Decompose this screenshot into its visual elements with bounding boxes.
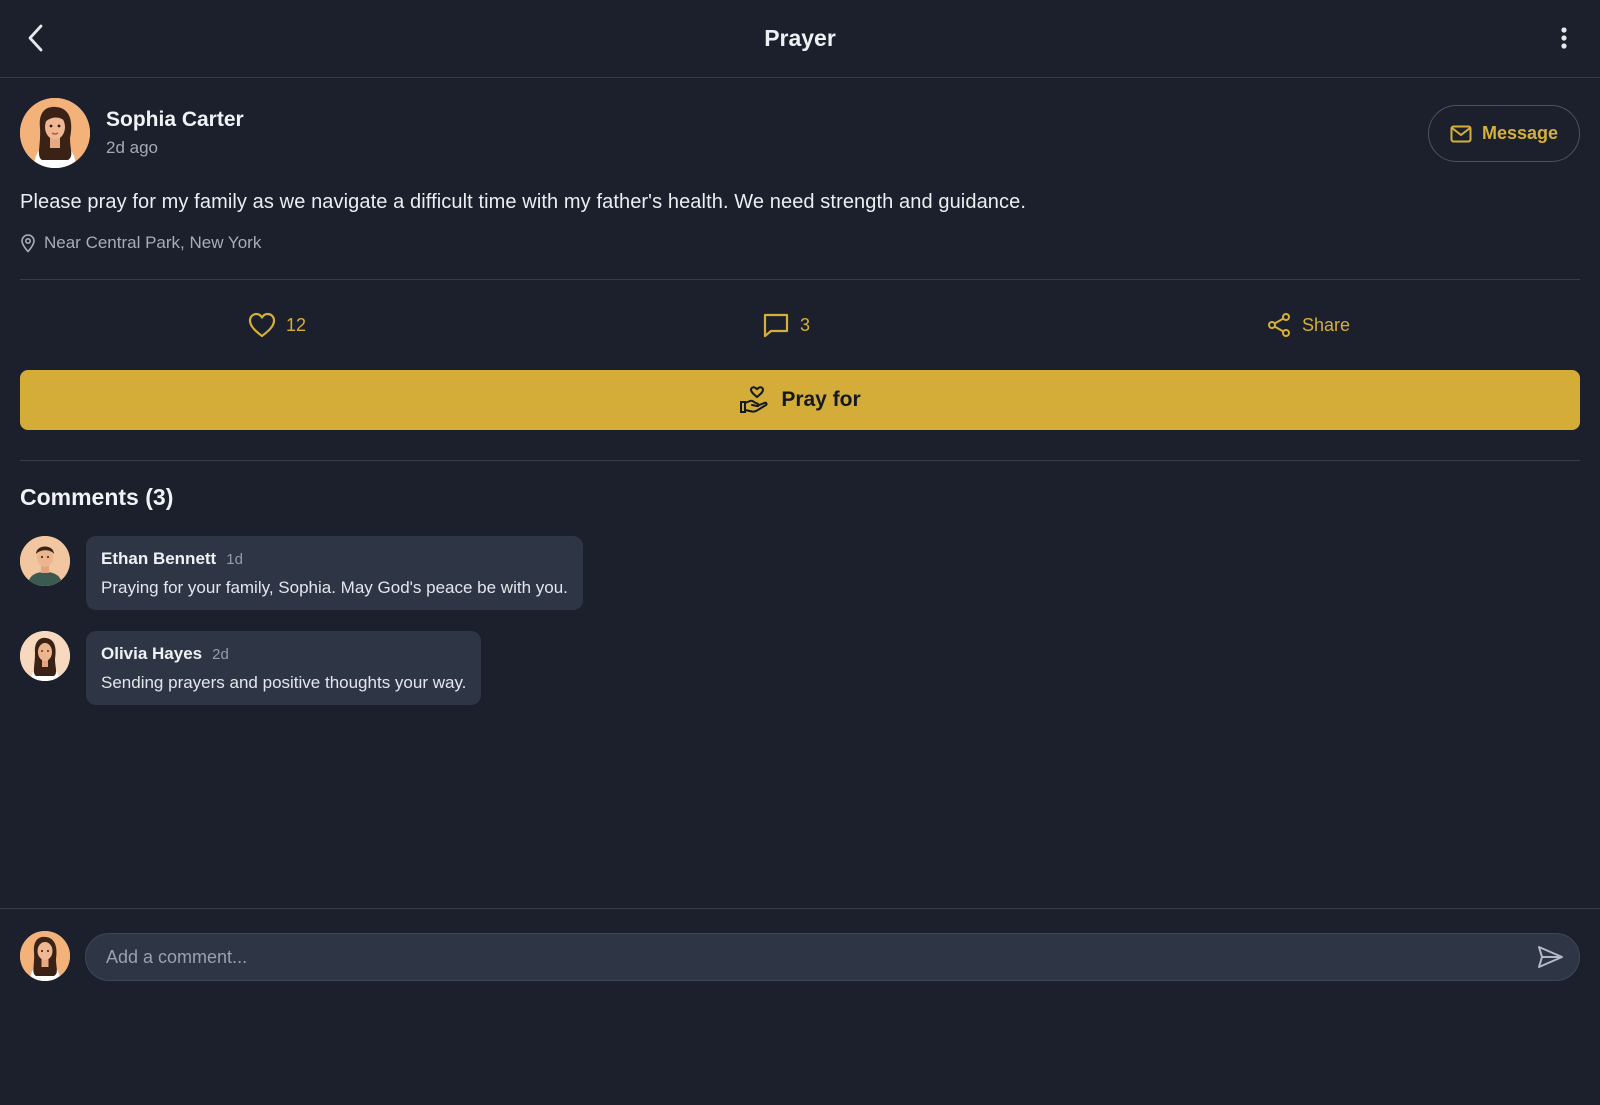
mail-icon (1450, 125, 1472, 142)
share-icon (1268, 313, 1290, 337)
like-count: 12 (286, 314, 307, 335)
post-author: Sophia Carter 2d ago (20, 98, 244, 168)
back-button[interactable] (20, 22, 52, 54)
comment-button[interactable]: 3 (762, 300, 810, 350)
hand-heart-icon (740, 386, 768, 413)
page-title: Prayer (764, 25, 836, 51)
location-pin-icon (21, 233, 35, 253)
comment-bubble: Ethan Bennett 1d Praying for your family… (86, 536, 583, 610)
share-label: Share (1302, 314, 1351, 335)
author-meta: Sophia Carter 2d ago (106, 108, 244, 158)
pray-for-button[interactable]: Pray for (20, 370, 1580, 430)
author-name[interactable]: Sophia Carter (106, 108, 244, 132)
location-text: Near Central Park, New York (44, 233, 262, 252)
message-button-label: Message (1481, 123, 1559, 143)
message-button[interactable]: Message (1428, 105, 1580, 162)
send-button[interactable] (1536, 945, 1564, 969)
comment-text: Sending prayers and positive thoughts yo… (101, 673, 467, 692)
more-options-button[interactable] (1554, 22, 1574, 54)
avatar[interactable] (20, 98, 90, 168)
post-actions: 12 3 Share (20, 300, 1580, 350)
like-button[interactable]: 12 (248, 300, 306, 350)
top-bar: Prayer (0, 0, 1600, 78)
comment-timestamp: 2d (212, 646, 229, 663)
avatar[interactable] (20, 631, 70, 681)
comment-text: Praying for your family, Sophia. May God… (101, 578, 568, 597)
share-button[interactable]: Share (1266, 300, 1350, 350)
pray-for-label: Pray for (781, 388, 861, 411)
comment-header: Olivia Hayes 2d (101, 644, 466, 664)
comment-composer (0, 908, 1600, 1105)
comment-bubble: Olivia Hayes 2d Sending prayers and posi… (86, 631, 482, 705)
comment-author[interactable]: Ethan Bennett (101, 549, 216, 569)
comment-count: 3 (800, 314, 811, 335)
comment-timestamp: 1d (226, 551, 243, 568)
post-location: Near Central Park, New York (20, 233, 261, 253)
prayer-detail-screen: Prayer Sophia Carter 2d ago Message Plea… (0, 0, 1600, 1105)
send-icon (1538, 946, 1563, 968)
more-vertical-icon (1561, 27, 1567, 49)
comment-input[interactable] (85, 933, 1580, 981)
comment-author[interactable]: Olivia Hayes (101, 644, 202, 664)
divider (20, 279, 1580, 280)
avatar[interactable] (20, 536, 70, 586)
comment-item: Olivia Hayes 2d Sending prayers and posi… (20, 631, 482, 705)
post-timestamp: 2d ago (106, 138, 158, 157)
comment-item: Ethan Bennett 1d Praying for your family… (20, 536, 583, 610)
post-body: Please pray for my family as we navigate… (20, 191, 1026, 213)
chevron-left-icon (28, 24, 43, 52)
comments-heading: Comments (3) (20, 484, 174, 510)
comment-header: Ethan Bennett 1d (101, 549, 568, 569)
divider (20, 460, 1580, 461)
comment-icon (763, 313, 789, 338)
current-user-avatar (20, 931, 70, 981)
heart-icon (248, 312, 276, 338)
